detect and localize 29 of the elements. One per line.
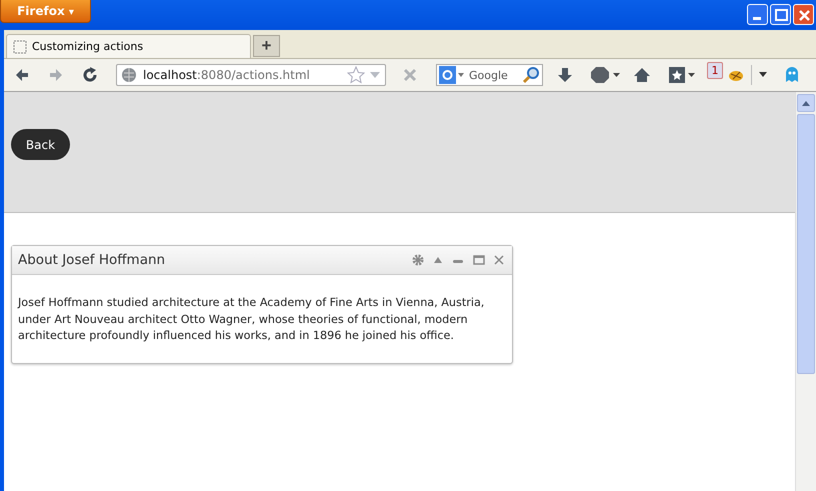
search-icon[interactable] bbox=[522, 66, 540, 84]
notification-badge[interactable]: 1 bbox=[707, 62, 723, 78]
scroll-up-icon[interactable] bbox=[801, 99, 811, 107]
download-icon[interactable] bbox=[557, 67, 573, 83]
close-button[interactable] bbox=[793, 4, 814, 25]
new-tab-button[interactable]: + bbox=[253, 35, 280, 57]
collapse-icon[interactable] bbox=[433, 255, 443, 265]
reload-icon[interactable] bbox=[82, 67, 98, 83]
dropdown-icon[interactable] bbox=[758, 71, 768, 79]
home-icon[interactable] bbox=[633, 67, 651, 83]
scrollbar[interactable] bbox=[795, 92, 816, 491]
portlet-title: About Josef Hoffmann bbox=[18, 252, 166, 268]
maximize-button[interactable] bbox=[770, 4, 791, 25]
back-icon[interactable] bbox=[14, 67, 30, 83]
search-field[interactable]: Google bbox=[436, 64, 543, 86]
bookmark-star-icon[interactable] bbox=[347, 66, 365, 84]
portlet-text: Josef Hoffmann studied architecture at the Academy of Fine Arts in Vienna, Austria, under Art Nouveau architect Otto Wagner, whose theories of functional, modern architecture profoundly influenced his works, and in 1896 he joined his office. bbox=[16, 295, 486, 344]
ghost-icon[interactable] bbox=[784, 66, 800, 84]
page-icon bbox=[13, 40, 27, 54]
browser-tab[interactable]: Customizing actions bbox=[6, 34, 251, 58]
globe-icon bbox=[121, 67, 137, 83]
close-icon[interactable] bbox=[494, 255, 504, 265]
minimize-button[interactable] bbox=[747, 4, 768, 25]
minimize-icon bbox=[753, 17, 761, 20]
back-button[interactable]: Back bbox=[11, 129, 70, 160]
bookmarks-icon[interactable] bbox=[669, 67, 695, 83]
settings-icon[interactable] bbox=[412, 254, 424, 266]
maximize-icon[interactable] bbox=[473, 255, 485, 265]
address-field[interactable]: localhost:8080/actions.html bbox=[116, 64, 386, 86]
